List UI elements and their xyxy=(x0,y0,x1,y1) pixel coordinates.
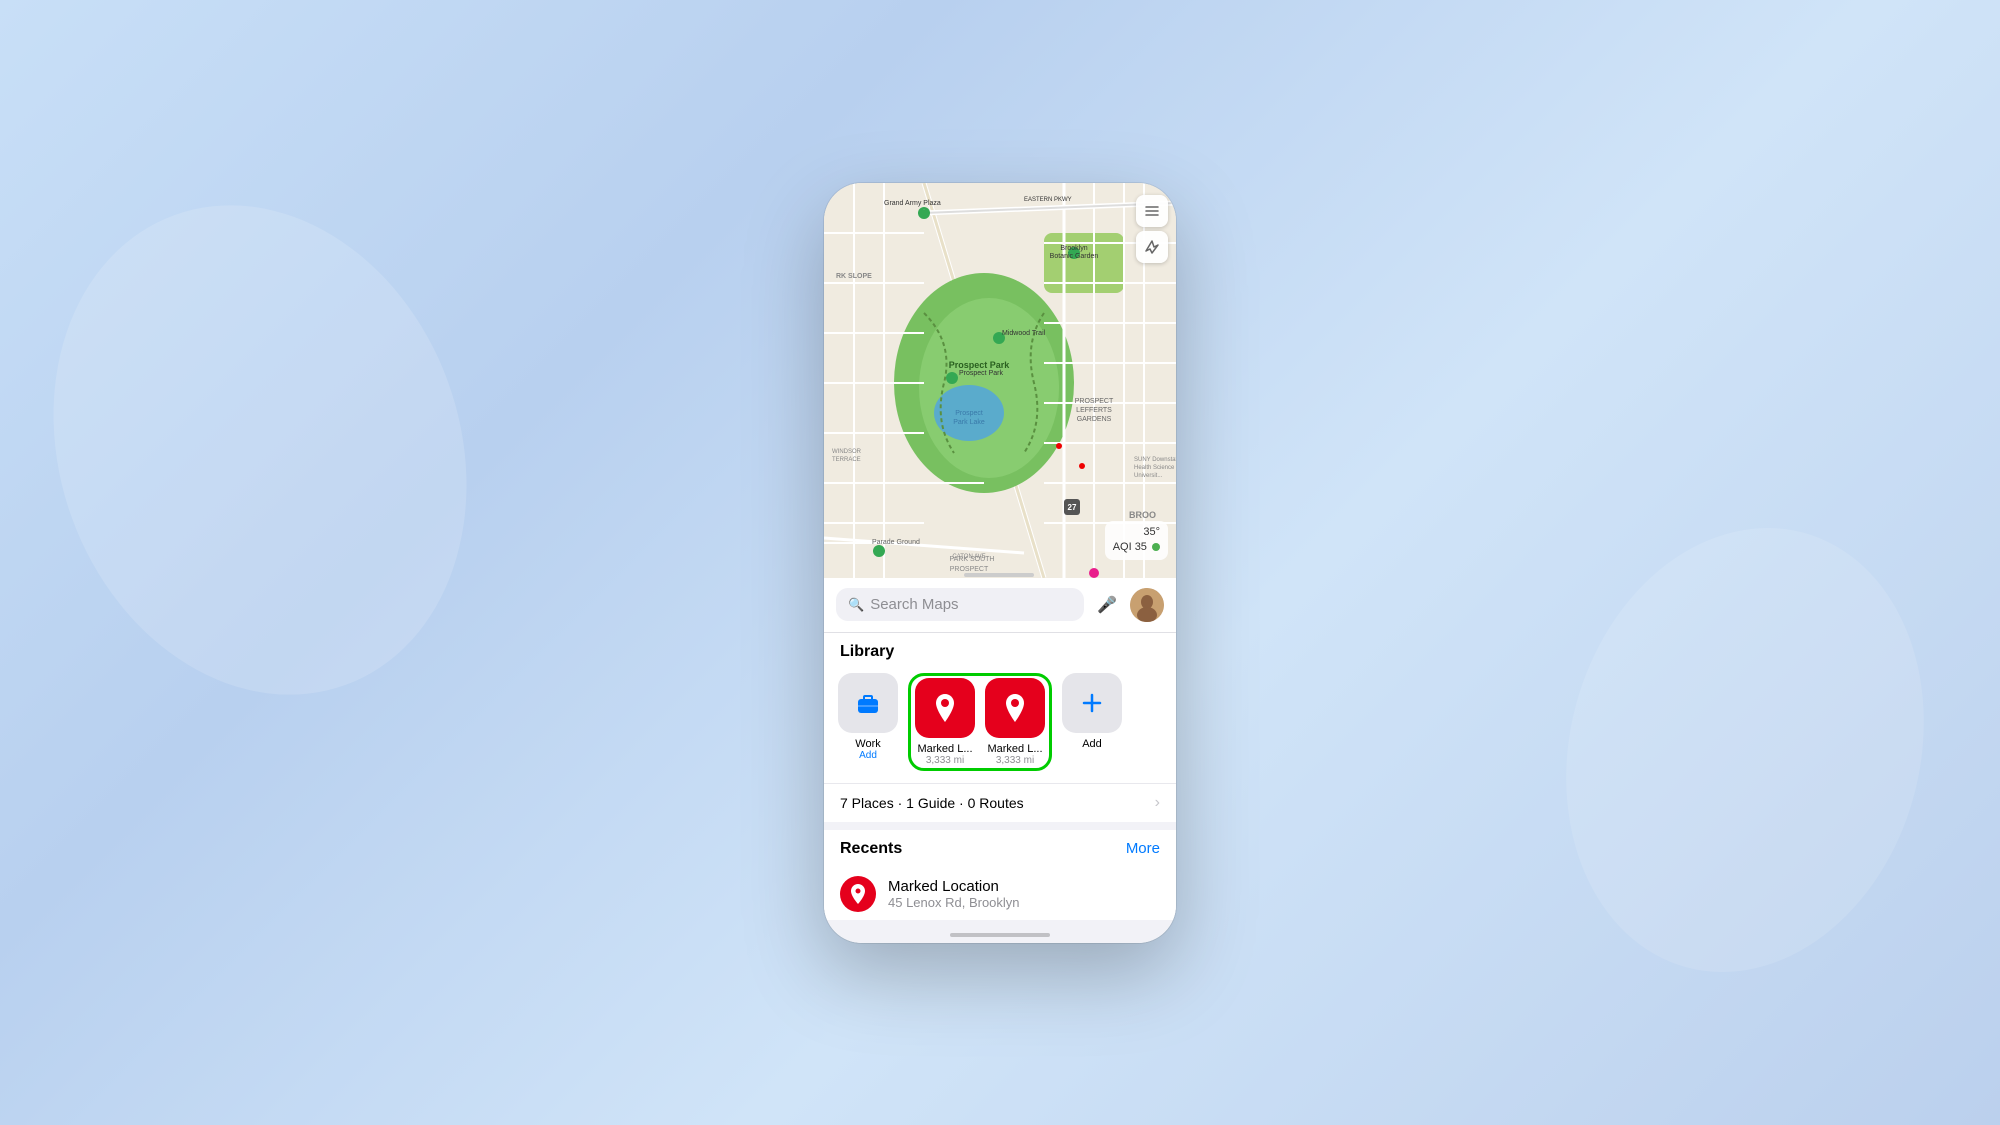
add-label: Add xyxy=(1082,738,1102,750)
search-bar[interactable]: 🔍 Search Maps xyxy=(836,588,1084,621)
svg-text:LEFFERTS: LEFFERTS xyxy=(1076,407,1112,414)
svg-text:Parade Ground: Parade Ground xyxy=(872,539,920,546)
phone-frame: Prospect Park Prospect Park Lake RK SLOP… xyxy=(824,183,1176,943)
library-label: Library xyxy=(824,643,1176,669)
weather-overlay: 35° AQI 35 xyxy=(1105,521,1168,560)
location-item-marked1[interactable]: Marked L... 3,333 mi xyxy=(913,678,977,766)
map-svg: Prospect Park Prospect Park Lake RK SLOP… xyxy=(824,183,1176,578)
svg-text:Botanic Garden: Botanic Garden xyxy=(1050,253,1099,260)
location-item-marked2[interactable]: Marked L... 3,333 mi xyxy=(983,678,1047,766)
map-layers-button[interactable] xyxy=(1136,195,1168,227)
svg-text:Prospect: Prospect xyxy=(955,410,983,417)
location-item-add[interactable]: Add xyxy=(1060,673,1124,750)
svg-text:27: 27 xyxy=(1068,503,1077,512)
svg-text:PROSPECT: PROSPECT xyxy=(1075,398,1114,405)
recent-item[interactable]: Marked Location 45 Lenox Rd, Brooklyn xyxy=(840,868,1160,920)
svg-text:Grand Army Plaza: Grand Army Plaza xyxy=(884,200,941,207)
work-label: Work xyxy=(855,738,880,750)
library-stats[interactable]: 7 Places · 1 Guide · 0 Routes › xyxy=(824,783,1176,822)
map-area: Prospect Park Prospect Park Lake RK SLOP… xyxy=(824,183,1176,578)
svg-text:Prospect Park: Prospect Park xyxy=(949,360,1011,370)
aqi: AQI 35 xyxy=(1113,540,1160,555)
work-sublabel: Add xyxy=(859,750,877,761)
svg-text:Park Lake: Park Lake xyxy=(953,419,985,426)
locations-row: Work Add Marked L... 3,333 xyxy=(824,669,1176,783)
work-icon-wrap xyxy=(838,673,898,733)
recent-info: Marked Location 45 Lenox Rd, Brooklyn xyxy=(888,878,1160,910)
svg-text:PROSPECT: PROSPECT xyxy=(950,566,989,573)
user-avatar[interactable] xyxy=(1130,588,1164,622)
add-icon-wrap xyxy=(1062,673,1122,733)
svg-text:GARDENS: GARDENS xyxy=(1077,416,1112,423)
marked1-label: Marked L... xyxy=(917,743,972,755)
svg-text:BROO: BROO xyxy=(1129,510,1156,520)
recent-subtitle: 45 Lenox Rd, Brooklyn xyxy=(888,895,1160,910)
location-button[interactable] xyxy=(1136,231,1168,263)
svg-text:CATON AVE: CATON AVE xyxy=(952,554,985,560)
recent-title: Marked Location xyxy=(888,878,1160,895)
library-stats-chevron: › xyxy=(1155,794,1160,812)
svg-text:EASTERN PKWY: EASTERN PKWY xyxy=(1024,197,1072,203)
marked1-icon-wrap xyxy=(915,678,975,738)
library-section: Library Work Add xyxy=(824,633,1176,822)
highlight-box: Marked L... 3,333 mi Marked L... 3,333 m xyxy=(908,673,1052,771)
bottom-sheet: 🔍 Search Maps 🎤 Library xyxy=(824,578,1176,943)
svg-text:Prospect Park: Prospect Park xyxy=(959,370,1003,377)
recents-label: Recents xyxy=(840,840,902,858)
home-indicator xyxy=(950,933,1050,937)
marked2-label: Marked L... xyxy=(987,743,1042,755)
recent-icon xyxy=(840,876,876,912)
mic-button[interactable]: 🎤 xyxy=(1092,590,1122,620)
svg-text:Midwood Trail: Midwood Trail xyxy=(1002,330,1046,337)
search-input[interactable]: Search Maps xyxy=(870,596,1072,613)
marked2-dist: 3,333 mi xyxy=(996,755,1034,766)
temperature: 35° xyxy=(1113,525,1160,540)
svg-text:Health Science: Health Science xyxy=(1134,465,1175,471)
library-stats-text: 7 Places · 1 Guide · 0 Routes xyxy=(840,795,1024,811)
search-bar-container: 🔍 Search Maps 🎤 xyxy=(824,578,1176,633)
map-controls xyxy=(1136,195,1168,263)
location-item-work[interactable]: Work Add xyxy=(836,673,900,761)
svg-text:RK SLOPE: RK SLOPE xyxy=(836,273,872,280)
recents-header: Recents More xyxy=(840,840,1160,858)
marked1-dist: 3,333 mi xyxy=(926,755,964,766)
marked2-icon-wrap xyxy=(985,678,1045,738)
svg-text:SUNY Downstate: SUNY Downstate xyxy=(1134,457,1176,463)
search-icon: 🔍 xyxy=(848,597,864,613)
more-button[interactable]: More xyxy=(1126,840,1160,857)
svg-text:WINDSOR: WINDSOR xyxy=(832,449,862,455)
svg-text:Brooklyn: Brooklyn xyxy=(1060,245,1087,252)
svg-text:Universit...: Universit... xyxy=(1134,473,1163,479)
recents-section: Recents More Marked Location 45 Lenox Rd… xyxy=(824,830,1176,920)
svg-text:TERRACE: TERRACE xyxy=(832,457,861,463)
